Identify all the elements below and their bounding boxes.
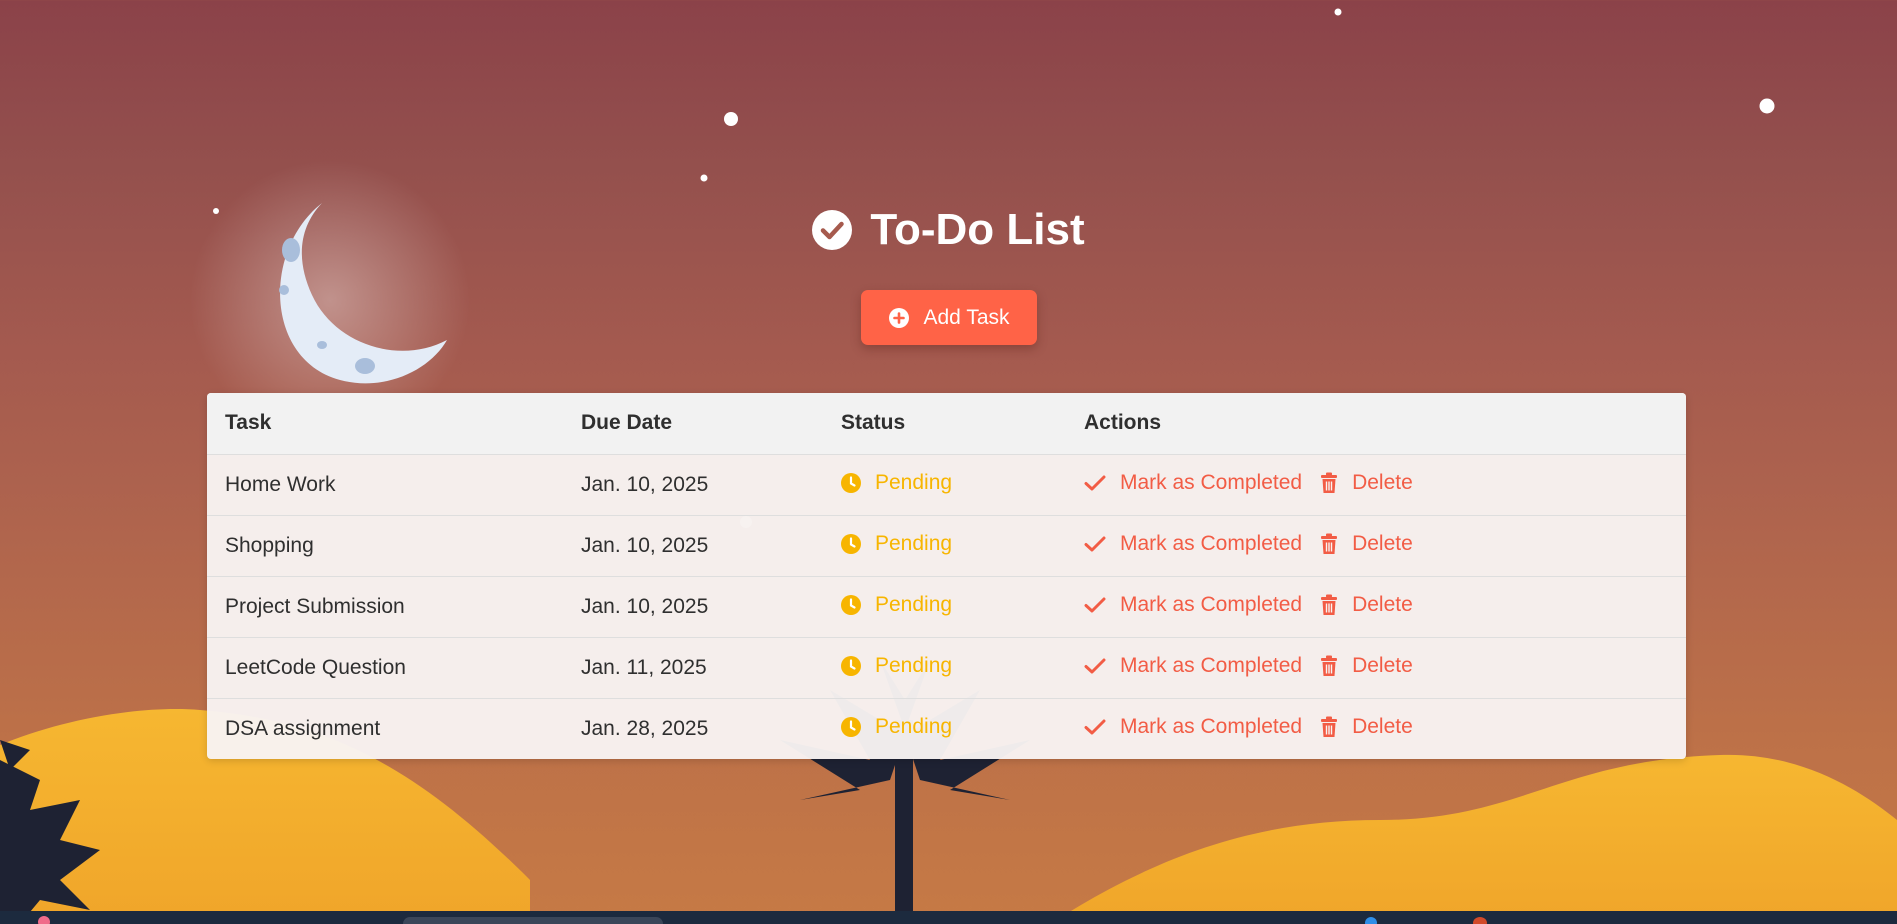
- status-badge: Pending: [841, 471, 952, 495]
- plus-circle-icon: [888, 307, 909, 328]
- status-label: Pending: [875, 531, 953, 555]
- mark-completed-label: Mark as Completed: [1120, 654, 1303, 677]
- task-name-cell: Project Submission: [207, 576, 563, 638]
- actions-cell: Mark as Completed Delete: [1066, 637, 1686, 699]
- trash-icon: [1321, 533, 1338, 554]
- delete-link[interactable]: Delete: [1320, 654, 1413, 678]
- actions-cell: Mark as Completed Delete: [1066, 454, 1686, 516]
- trash-icon: [1321, 655, 1338, 676]
- mark-completed-label: Mark as Completed: [1120, 715, 1303, 739]
- clock-icon: [841, 472, 861, 493]
- table-row: Shopping Jan. 10, 2025 Pending Mark as Comp…: [207, 515, 1686, 577]
- column-header-due-date: Due Date: [563, 393, 823, 455]
- actions: Mark as Completed Delete: [1084, 715, 1413, 739]
- status-cell: Pending: [823, 454, 1066, 516]
- trash-icon: [1321, 716, 1338, 738]
- due-date-cell: Jan. 10, 2025: [563, 576, 823, 638]
- mark-completed-label: Mark as Completed: [1120, 593, 1303, 616]
- column-header-task: Task: [207, 393, 563, 455]
- mark-completed-label: Mark as Completed: [1120, 471, 1303, 494]
- status-label: Pending: [875, 592, 953, 616]
- check-icon: [1084, 597, 1106, 613]
- task-name-cell: DSA assignment: [225, 716, 381, 740]
- clock-icon: [841, 655, 861, 676]
- table-row: Project Submission Jan. 10, 2025 Pending Ma…: [207, 576, 1686, 638]
- task-name-cell: LeetCode Question: [207, 637, 563, 699]
- status-cell: Pending: [823, 637, 1066, 699]
- status-label: Pending: [875, 714, 953, 738]
- page-title-text: To-Do List: [870, 205, 1085, 254]
- dune-right: [1050, 754, 1897, 924]
- delete-label: Delete: [1352, 654, 1413, 677]
- task-name-cell: Shopping: [207, 515, 563, 577]
- taskbar-icon[interactable]: [1473, 917, 1487, 924]
- clock-icon: [841, 594, 861, 615]
- delete-label: Delete: [1352, 532, 1413, 555]
- status-badge: Pending: [841, 715, 952, 739]
- clock-icon: [841, 533, 861, 554]
- mark-completed-link[interactable]: Mark as Completed: [1084, 715, 1302, 739]
- mark-completed-link[interactable]: Mark as Completed: [1084, 593, 1302, 617]
- check-circle-icon: [812, 210, 853, 250]
- mark-completed-label: Mark as Completed: [1120, 532, 1303, 555]
- task-table-container: Task Due Date Status Actions Home Work Ja…: [207, 393, 1686, 759]
- delete-link[interactable]: Delete: [1320, 715, 1413, 739]
- due-date-cell: Jan. 11, 2025: [563, 637, 823, 699]
- actions-cell: Mark as Completed Delete: [1066, 576, 1686, 638]
- actions-cell: Mark as Completed Delete: [1066, 698, 1686, 759]
- column-header-status: Status: [823, 393, 1066, 455]
- delete-label: Delete: [1352, 593, 1413, 616]
- add-task-label: Add Task: [923, 305, 1010, 329]
- table-row: Home Work Jan. 10, 2025 Pending Mark as Com…: [207, 454, 1686, 516]
- check-icon: [1084, 658, 1106, 674]
- task-name-cell: Home Work: [207, 454, 563, 516]
- status-cell: Pending: [823, 576, 1066, 638]
- trash-icon: [1321, 472, 1338, 493]
- table-row: DSA assignment Jan. 28, 2025 Pending Mark a…: [207, 698, 1686, 759]
- status-cell: Pending: [823, 698, 1066, 759]
- os-taskbar: [0, 911, 1897, 924]
- taskbar-icon[interactable]: [38, 916, 50, 924]
- add-task-button[interactable]: Add Task: [860, 290, 1037, 345]
- due-date-cell: Jan. 10, 2025: [563, 515, 823, 577]
- status-badge: Pending: [841, 593, 952, 617]
- delete-link[interactable]: Delete: [1320, 471, 1413, 495]
- column-header-actions: Actions: [1066, 393, 1686, 455]
- actions-cell: Mark as Completed Delete: [1066, 515, 1686, 577]
- table-row: LeetCode Question Jan. 11, 2025 Pending Mar…: [207, 637, 1686, 699]
- actions: Mark as Completed Delete: [1084, 471, 1413, 495]
- taskbar-search[interactable]: [403, 917, 663, 924]
- task-table: Task Due Date Status Actions Home Work Ja…: [207, 393, 1686, 759]
- delete-link[interactable]: Delete: [1320, 532, 1413, 556]
- task-table-body: Home Work Jan. 10, 2025 Pending Mark as Com…: [207, 454, 1686, 759]
- check-icon: [1084, 536, 1106, 552]
- status-badge: Pending: [841, 654, 952, 678]
- check-icon: [1084, 719, 1106, 735]
- actions: Mark as Completed Delete: [1084, 593, 1413, 617]
- table-header-row: Task Due Date Status Actions: [207, 393, 1686, 455]
- app-main: To-Do List Add Task: [0, 0, 1897, 345]
- taskbar-icon[interactable]: [1365, 917, 1377, 924]
- delete-label: Delete: [1352, 715, 1413, 739]
- status-label: Pending: [875, 470, 953, 494]
- check-icon: [1084, 475, 1106, 491]
- trash-icon: [1321, 594, 1338, 615]
- due-date-cell: Jan. 10, 2025: [563, 454, 823, 516]
- actions: Mark as Completed Delete: [1084, 654, 1413, 678]
- due-date-cell: Jan. 28, 2025: [581, 716, 709, 740]
- actions: Mark as Completed Delete: [1084, 532, 1413, 556]
- clock-icon: [841, 716, 861, 737]
- mark-completed-link[interactable]: Mark as Completed: [1084, 471, 1302, 495]
- mark-completed-link[interactable]: Mark as Completed: [1084, 532, 1302, 556]
- status-badge: Pending: [841, 532, 952, 556]
- delete-label: Delete: [1352, 471, 1413, 494]
- page-title: To-Do List: [812, 204, 1085, 256]
- status-cell: Pending: [823, 515, 1066, 577]
- delete-link[interactable]: Delete: [1320, 593, 1413, 617]
- status-label: Pending: [875, 653, 953, 677]
- mark-completed-link[interactable]: Mark as Completed: [1084, 654, 1302, 678]
